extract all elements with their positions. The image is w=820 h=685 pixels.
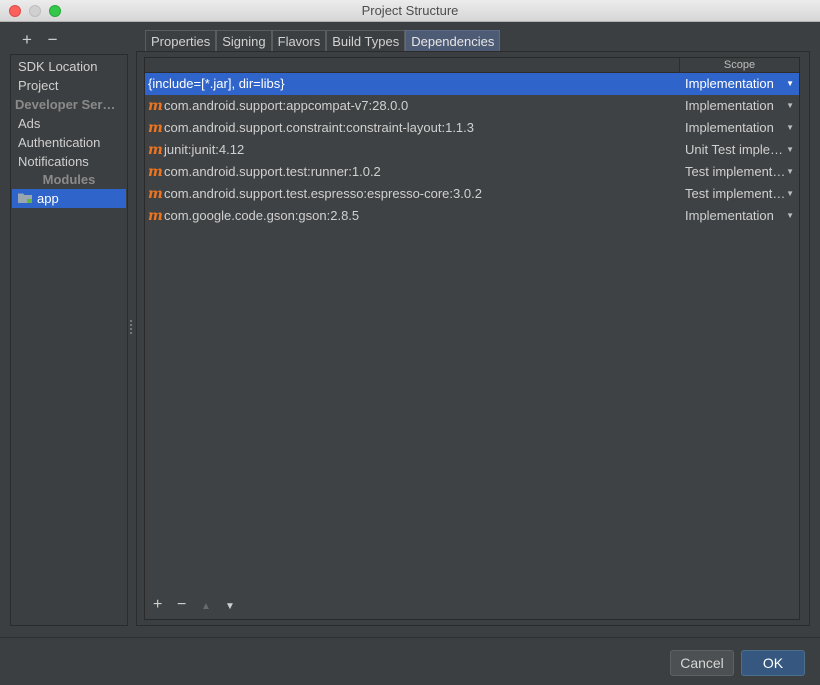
table-row[interactable]: mcom.android.support.constraint:constrai… <box>145 117 799 139</box>
dependency-label: com.google.code.gson:gson:2.8.5 <box>164 208 360 223</box>
column-header-scope[interactable]: Scope <box>680 58 799 72</box>
dependency-label: junit:junit:4.12 <box>164 142 245 157</box>
tab-dependencies[interactable]: Dependencies <box>405 30 501 52</box>
title-bar: Project Structure <box>0 0 820 22</box>
scope-dropdown[interactable]: Implementation <box>685 117 789 139</box>
sidebar-item-label: app <box>37 191 59 206</box>
sidebar-item-app[interactable]: app <box>12 189 126 208</box>
column-header-dependency[interactable] <box>145 58 680 72</box>
chevron-down-icon[interactable]: ▼ <box>786 139 794 161</box>
table-row[interactable]: mcom.google.code.gson:gson:2.8.5 Impleme… <box>145 205 799 227</box>
maven-library-icon: m <box>148 98 163 114</box>
chevron-down-icon[interactable]: ▼ <box>786 95 794 117</box>
table-body: {include=[*.jar], dir=libs} Implementati… <box>145 73 799 227</box>
table-toolbar: + − ▲ ▼ <box>153 597 249 613</box>
sidebar-item-notifications[interactable]: Notifications <box>11 152 127 171</box>
dependency-label: com.android.support:appcompat-v7:28.0.0 <box>164 98 409 113</box>
scope-dropdown[interactable]: Unit Test imple… <box>685 139 789 161</box>
table-header: Scope <box>145 58 799 73</box>
sidebar-toolbar: + − <box>16 31 64 49</box>
cancel-button[interactable]: Cancel <box>670 650 734 676</box>
maven-library-icon: m <box>148 120 163 136</box>
splitter-handle[interactable] <box>130 320 133 334</box>
remove-dependency-button[interactable]: − <box>177 597 201 613</box>
module-folder-icon <box>18 192 33 204</box>
sidebar-item-ads[interactable]: Ads <box>11 114 127 133</box>
table-row[interactable]: mcom.android.support.test:runner:1.0.2 T… <box>145 161 799 183</box>
chevron-down-icon[interactable]: ▼ <box>786 205 794 227</box>
dependency-name: mcom.android.support:appcompat-v7:28.0.0 <box>148 95 408 117</box>
dependency-label: com.android.support.test.espresso:espres… <box>164 186 482 201</box>
table-row[interactable]: mcom.android.support.test.espresso:espre… <box>145 183 799 205</box>
sidebar-section-developer-services: Developer Ser… <box>15 97 116 112</box>
table-row[interactable]: {include=[*.jar], dir=libs} Implementati… <box>145 73 799 95</box>
remove-module-button[interactable]: − <box>42 31 64 49</box>
sidebar-item-authentication[interactable]: Authentication <box>11 133 127 152</box>
maven-library-icon: m <box>148 142 163 158</box>
sidebar-item-sdk-location[interactable]: SDK Location <box>11 57 127 76</box>
dependency-name: mcom.google.code.gson:gson:2.8.5 <box>148 205 359 227</box>
chevron-down-icon[interactable]: ▼ <box>786 73 794 95</box>
chevron-down-icon[interactable]: ▼ <box>786 117 794 139</box>
ok-button[interactable]: OK <box>741 650 805 676</box>
scope-dropdown[interactable]: Implementation <box>685 95 789 117</box>
dependency-label: com.android.support.constraint:constrain… <box>164 120 475 135</box>
sidebar-item-project[interactable]: Project <box>11 76 127 95</box>
move-down-button[interactable]: ▼ <box>225 599 249 615</box>
dependency-name: mcom.android.support.test:runner:1.0.2 <box>148 161 381 183</box>
tab-signing[interactable]: Signing <box>216 30 272 52</box>
dependency-name: mcom.android.support.constraint:constrai… <box>148 117 474 139</box>
tab-properties[interactable]: Properties <box>145 30 217 52</box>
tab-flavors[interactable]: Flavors <box>271 30 327 52</box>
scope-dropdown[interactable]: Implementation <box>685 205 789 227</box>
chevron-down-icon[interactable]: ▼ <box>786 161 794 183</box>
window-title: Project Structure <box>361 3 459 18</box>
dependency-label: com.android.support.test:runner:1.0.2 <box>164 164 381 179</box>
scope-dropdown[interactable]: Test implement… <box>685 161 789 183</box>
table-row[interactable]: mcom.android.support:appcompat-v7:28.0.0… <box>145 95 799 117</box>
footer-divider <box>0 637 820 638</box>
dependency-name: mcom.android.support.test.espresso:espre… <box>148 183 482 205</box>
sidebar: SDK Location Project Developer Ser… Ads … <box>10 54 128 626</box>
chevron-down-icon[interactable]: ▼ <box>786 183 794 205</box>
add-dependency-button[interactable]: + <box>153 597 177 613</box>
move-up-button[interactable]: ▲ <box>201 599 225 615</box>
maven-library-icon: m <box>148 164 163 180</box>
tab-bar: Properties Signing Flavors Build Types Depen… <box>145 30 501 52</box>
tab-build-types[interactable]: Build Types <box>326 30 406 52</box>
dependency-name: {include=[*.jar], dir=libs} <box>148 76 285 91</box>
scope-dropdown[interactable]: Test implement… <box>685 183 789 205</box>
maven-library-icon: m <box>148 208 163 224</box>
table-row[interactable]: mjunit:junit:4.12 Unit Test imple… ▼ <box>145 139 799 161</box>
add-module-button[interactable]: + <box>16 31 38 49</box>
maven-library-icon: m <box>148 186 163 202</box>
scope-dropdown[interactable]: Implementation <box>685 73 789 95</box>
sidebar-section-modules: Modules <box>42 172 96 187</box>
dependencies-table: Scope {include=[*.jar], dir=libs} Implem… <box>144 57 800 620</box>
dependency-name: mjunit:junit:4.12 <box>148 139 244 161</box>
